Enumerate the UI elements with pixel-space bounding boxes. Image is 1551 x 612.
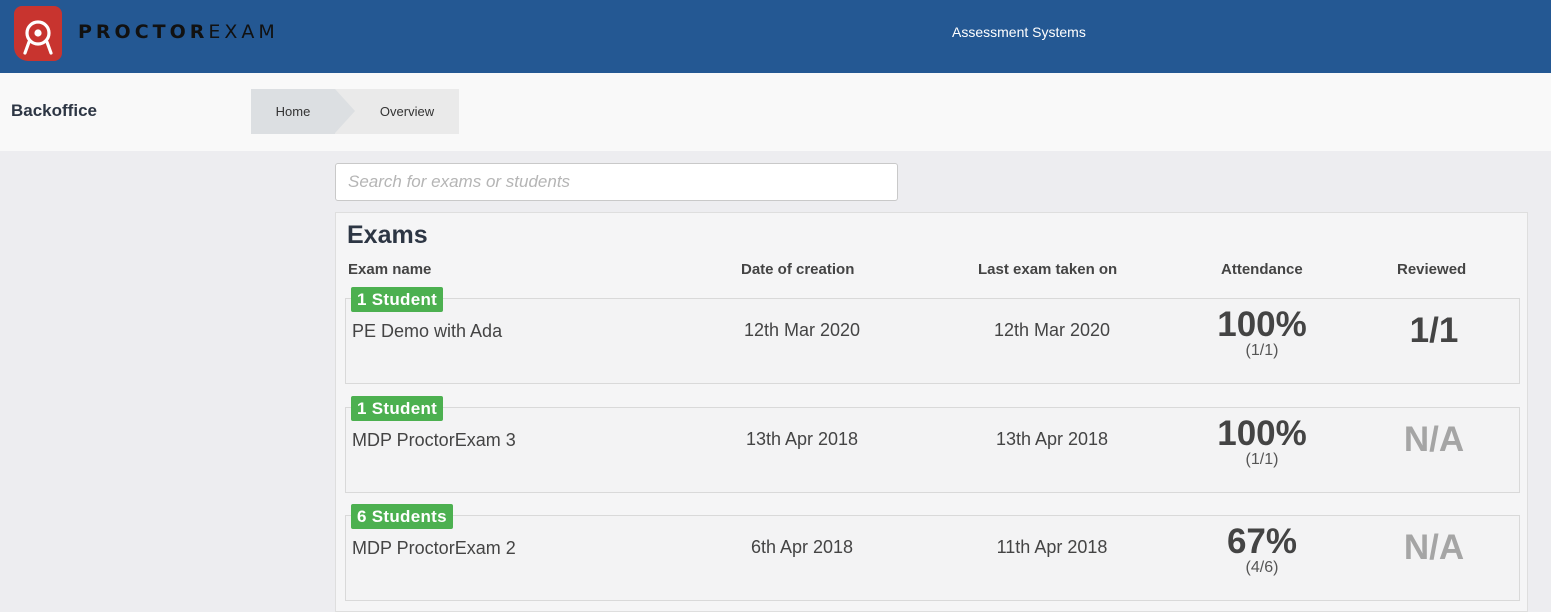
exams-panel: Exams Exam name Date of creation Last ex… (335, 212, 1528, 612)
exam-row[interactable]: 1 Student PE Demo with Ada 12th Mar 2020… (345, 287, 1520, 384)
panel-title: Exams (347, 221, 428, 249)
date-of-creation: 12th Mar 2020 (743, 320, 861, 340)
student-count-badge: 1 Student (351, 287, 444, 312)
student-count-badge: 1 Student (351, 396, 444, 421)
attendance: 100% (1/1) (1162, 416, 1362, 468)
last-exam-taken: 13th Apr 2018 (995, 429, 1109, 449)
attendance: 100% (1/1) (1162, 307, 1362, 359)
breadcrumb-separator (335, 89, 355, 133)
attendance-percent: 100% (1217, 414, 1307, 453)
logo-wordmark[interactable]: PROCTOREXAM (78, 21, 279, 43)
top-bar: PROCTOREXAM Assessment Systems (0, 0, 1551, 73)
section-title: Backoffice (11, 101, 97, 120)
sub-header: Backoffice Overview Home (0, 73, 1551, 151)
attendance: 67% (4/6) (1162, 524, 1362, 576)
exam-name[interactable]: PE Demo with Ada (352, 321, 502, 342)
last-exam-taken: 12th Mar 2020 (993, 320, 1111, 340)
logo-wordmark-light: EXAM (208, 21, 279, 43)
exam-row[interactable]: 1 Student MDP ProctorExam 3 13th Apr 201… (345, 396, 1520, 493)
date-of-creation: 6th Apr 2018 (750, 537, 854, 557)
reviewed-count: N/A (1403, 420, 1465, 459)
last-exam-taken: 11th Apr 2018 (996, 537, 1108, 557)
logo-wordmark-bold: PROCTOR (78, 21, 209, 43)
column-header-date-of-creation[interactable]: Date of creation (741, 261, 854, 278)
column-header-exam-name[interactable]: Exam name (348, 261, 431, 278)
reviewed-count: N/A (1403, 528, 1465, 567)
column-header-reviewed[interactable]: Reviewed (1397, 261, 1466, 278)
attendance-percent: 67% (1226, 522, 1298, 561)
attendance-percent: 100% (1217, 305, 1307, 344)
attendance-count: (4/6) (1245, 559, 1279, 576)
exam-name[interactable]: MDP ProctorExam 2 (352, 538, 516, 559)
exam-row[interactable]: 6 Students MDP ProctorExam 2 6th Apr 201… (345, 504, 1520, 601)
student-count-badge: 6 Students (351, 504, 453, 529)
breadcrumb-home[interactable]: Home (251, 89, 335, 134)
organization-name: Assessment Systems (952, 24, 1086, 40)
column-header-last-exam-taken[interactable]: Last exam taken on (978, 261, 1117, 278)
exam-name[interactable]: MDP ProctorExam 3 (352, 430, 516, 451)
reviewed-count: 1/1 (1409, 311, 1459, 350)
date-of-creation: 13th Apr 2018 (745, 429, 859, 449)
proctorexam-logo-icon[interactable] (14, 6, 62, 61)
column-header-attendance[interactable]: Attendance (1221, 261, 1303, 278)
attendance-count: (1/1) (1245, 342, 1279, 359)
search-input[interactable] (335, 163, 898, 201)
attendance-count: (1/1) (1245, 451, 1279, 468)
